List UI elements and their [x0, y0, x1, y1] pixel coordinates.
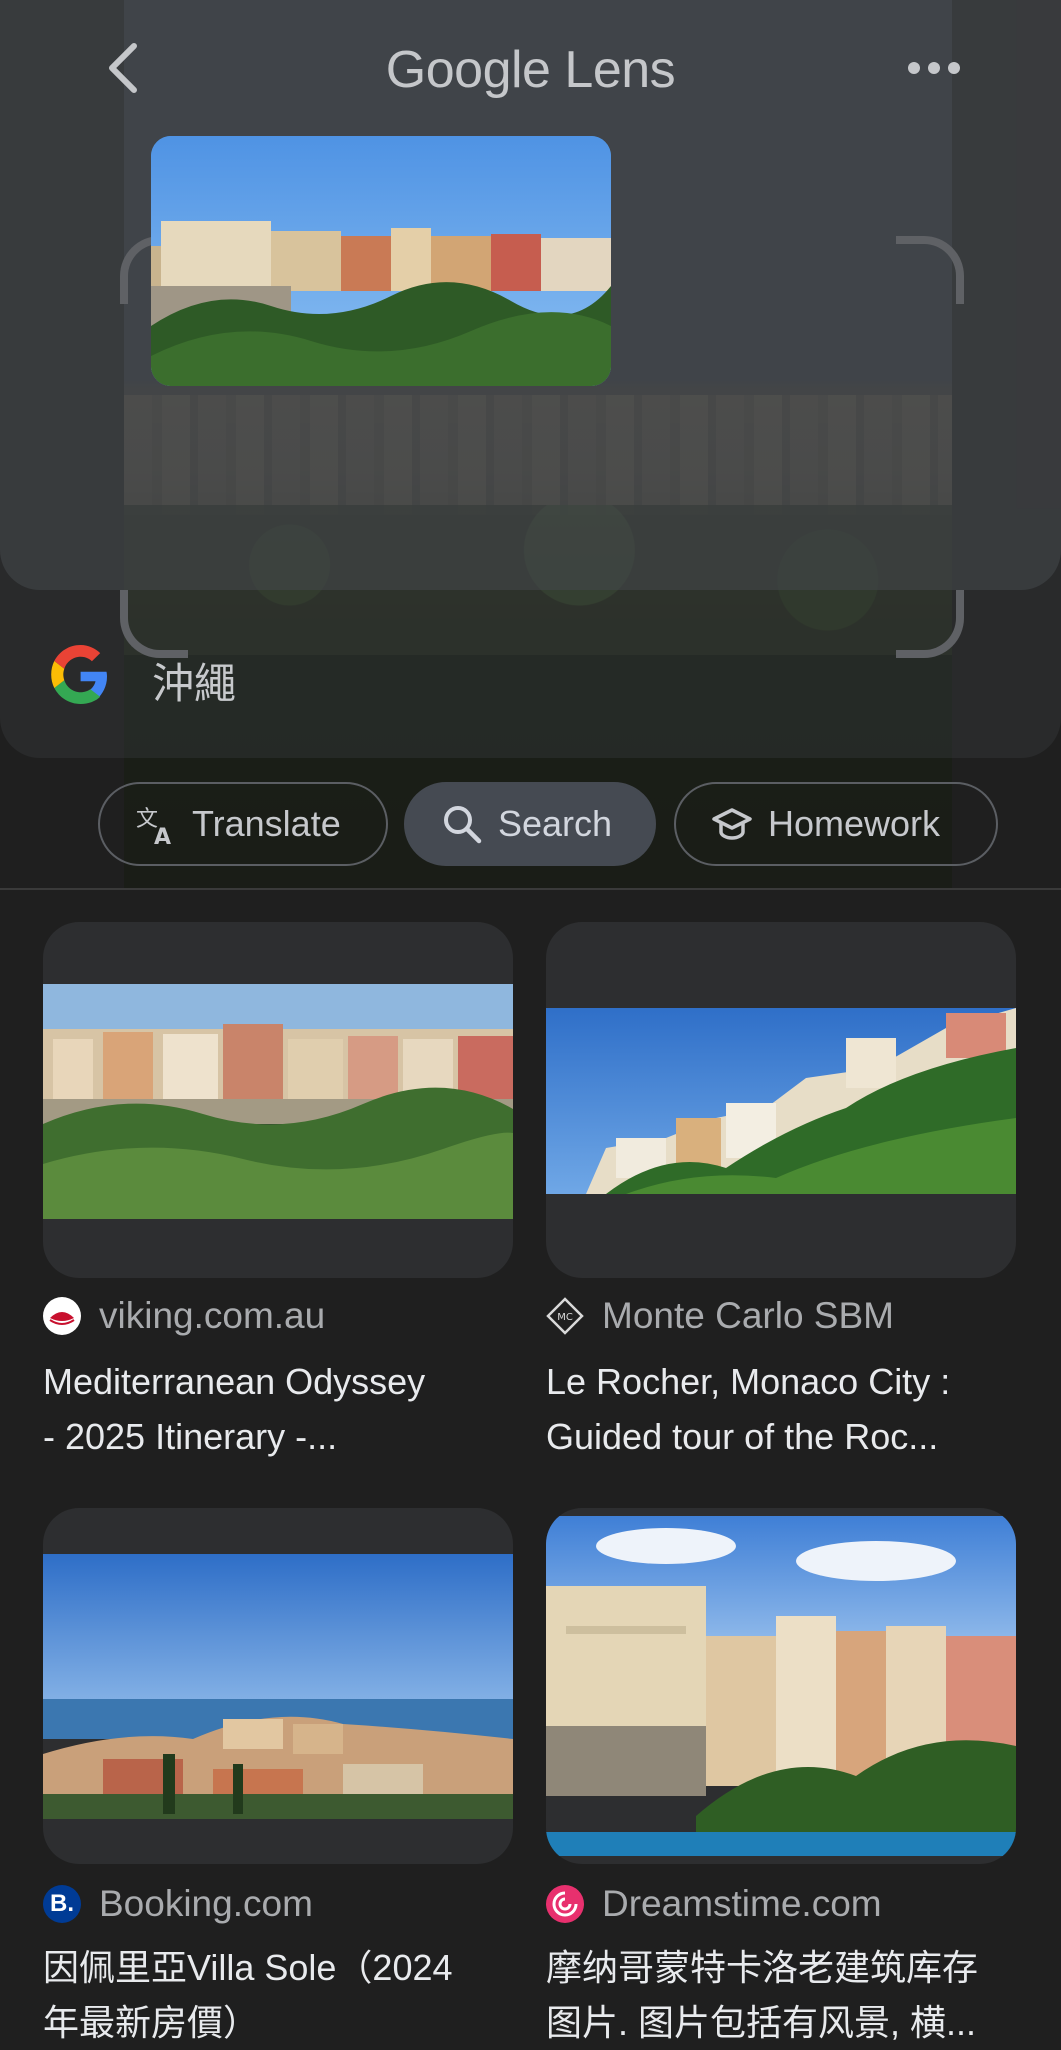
more-horizontal-icon — [908, 62, 960, 74]
svg-text:MC: MC — [557, 1312, 573, 1323]
page-title: Google Lens — [385, 41, 676, 99]
result-title-1-line1: Mediterranean Odyssey — [43, 1361, 426, 1402]
result-card-2[interactable] — [546, 922, 1016, 1278]
search-icon — [444, 806, 482, 844]
result-title-3-line2: 年最新房價） — [43, 2002, 260, 2043]
graduation-cap-icon — [712, 808, 752, 840]
result-title-1[interactable]: Mediterranean Odyssey - 2025 Itinerary -… — [43, 1354, 515, 1464]
result-image-1 — [43, 984, 513, 1219]
result-title-2-line2: Guided tour of the Roc... — [546, 1416, 939, 1457]
result-image-2 — [546, 1008, 1016, 1194]
result-title-4-line1: 摩纳哥蒙特卡洛老建筑库存 — [546, 1947, 979, 1988]
result-image-4 — [546, 1516, 1016, 1856]
result-title-3-line1: 因佩里亞Villa Sole（2024 — [43, 1947, 453, 1988]
result-title-1-line2: - 2025 Itinerary -... — [43, 1416, 338, 1457]
result-title-2-line1: Le Rocher, Monaco City : — [546, 1361, 951, 1402]
result-card-1[interactable] — [43, 922, 513, 1278]
dreamstime-favicon-icon — [546, 1885, 584, 1923]
result-source-label-1: viking.com.au — [99, 1295, 326, 1336]
svg-text:A: A — [154, 825, 171, 846]
search-chip[interactable]: Search — [404, 782, 656, 866]
homework-chip[interactable]: Homework — [674, 782, 998, 866]
search-chip-label: Search — [498, 803, 613, 844]
result-title-4-line2: 图片. 图片包括有风景, 横... — [546, 2002, 977, 2043]
result-source-label-2: Monte Carlo SBM — [602, 1295, 894, 1336]
monte-carlo-favicon-icon: MC — [546, 1297, 584, 1335]
search-query-text[interactable]: 沖繩 — [152, 650, 236, 711]
result-source-1[interactable]: viking.com.au — [43, 1295, 325, 1337]
translate-chip[interactable]: 文 A Translate — [98, 782, 388, 866]
more-options-button[interactable] — [904, 48, 964, 88]
result-source-2[interactable]: MC Monte Carlo SBM — [546, 1295, 894, 1337]
results-divider — [0, 888, 1061, 890]
result-title-4[interactable]: 摩纳哥蒙特卡洛老建筑库存 图片. 图片包括有风景, 横... — [546, 1940, 1018, 2050]
result-title-3[interactable]: 因佩里亞Villa Sole（2024 年最新房價） — [43, 1940, 515, 2050]
result-source-label-4: Dreamstime.com — [602, 1883, 882, 1924]
google-logo-icon — [51, 645, 107, 704]
booking-favicon-icon: B. — [43, 1885, 81, 1923]
result-card-3[interactable] — [43, 1508, 513, 1864]
result-source-3[interactable]: B. Booking.com — [43, 1883, 313, 1925]
result-source-4[interactable]: Dreamstime.com — [546, 1883, 882, 1925]
viking-favicon-icon — [43, 1297, 81, 1335]
result-source-label-3: Booking.com — [99, 1883, 313, 1924]
homework-chip-label: Homework — [768, 803, 941, 844]
translate-chip-label: Translate — [192, 803, 341, 844]
selected-image-thumbnail[interactable] — [151, 136, 611, 386]
translate-icon: 文 A — [136, 807, 171, 846]
result-card-4[interactable] — [546, 1508, 1016, 1864]
result-title-2[interactable]: Le Rocher, Monaco City : Guided tour of … — [546, 1354, 1018, 1464]
result-image-3 — [43, 1554, 513, 1819]
